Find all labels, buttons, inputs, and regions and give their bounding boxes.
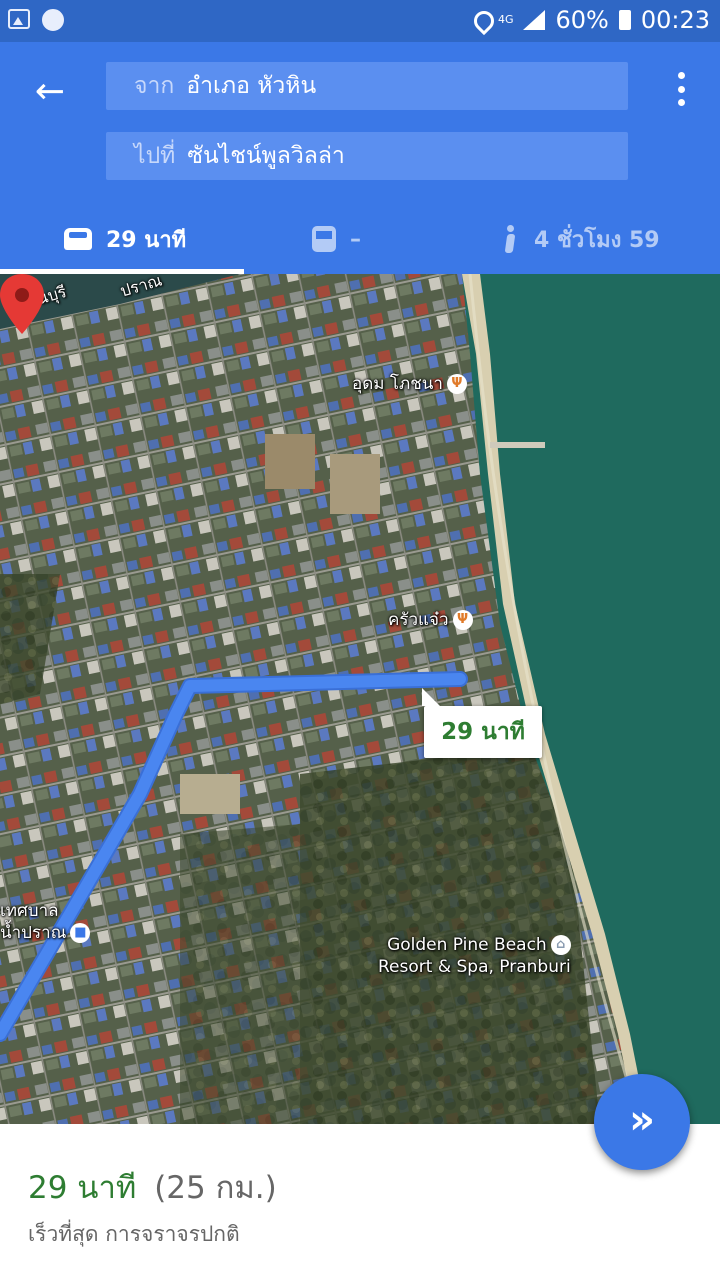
tab-drive[interactable]: 29 นาที <box>64 210 186 268</box>
double-chevron-right-icon: » <box>629 1097 655 1143</box>
poi-restaurant-kruajaew-label: ครัวแจ๋ว <box>388 610 449 630</box>
back-arrow-icon[interactable]: ← <box>30 72 70 112</box>
satellite-map[interactable]: ปราณบุรี ปราณ อุดม โภชนาΨ ครัวแจ๋วΨ เทศบ… <box>0 274 720 1124</box>
tab-transit[interactable]: – <box>312 210 361 268</box>
poi-municipal-office-line1: เทศบาล <box>0 901 59 921</box>
photo-notification-icon <box>8 9 30 29</box>
poi-hotel-line2: Resort & Spa, Pranburi <box>378 957 571 977</box>
poi-municipal-office-line2: น้ำปราณ ■ <box>0 922 91 944</box>
signal-icon <box>523 10 546 30</box>
line-app-icon <box>42 9 64 31</box>
origin-value: อำเภอ หัวหิน <box>186 73 317 99</box>
origin-field[interactable]: จาก อำเภอ หัวหิน <box>106 62 628 110</box>
route-time-callout[interactable]: 29 นาที <box>422 688 542 758</box>
destination-pin-icon[interactable] <box>0 274 44 334</box>
origin-prefix: จาก <box>134 73 175 99</box>
route-description: เร็วที่สุด การจราจรปกติ <box>28 1222 240 1246</box>
start-navigation-button[interactable]: » <box>594 1074 690 1170</box>
car-icon <box>64 228 92 250</box>
poi-hotel[interactable]: Golden Pine Beach ⌂ Resort & Spa, Pranbur… <box>378 934 571 978</box>
directions-header: ← จาก อำเภอ หัวหิน ไปที่ ซันไชน์พูลวิลล่… <box>0 42 720 274</box>
clock: 00:23 <box>640 6 710 34</box>
destination-prefix: ไปที่ <box>134 143 176 169</box>
poi-restaurant-udom[interactable]: อุดม โภชนา Ψ <box>352 370 467 397</box>
more-options-icon[interactable] <box>676 72 686 106</box>
poi-restaurant-kruajaew[interactable]: ครัวแจ๋ว Ψ <box>388 606 473 633</box>
battery-icon <box>618 10 631 30</box>
transit-time: – <box>350 226 361 252</box>
walk-time: 4 ชั่วโมง 59 <box>534 227 660 253</box>
poi-restaurant-udom-label: อุดม โภชนา <box>352 374 443 394</box>
drive-time: 29 นาที <box>106 227 187 253</box>
bus-icon <box>312 226 336 252</box>
hotel-icon: ⌂ <box>550 935 571 955</box>
walking-person-icon <box>500 225 520 253</box>
status-bar: 4G 60% 00:23 <box>0 0 720 42</box>
poi-hotel-line1: Golden Pine Beach ⌂ <box>378 934 571 956</box>
route-distance: (25 กม.) <box>154 1170 277 1206</box>
restaurant-icon: Ψ <box>452 610 473 630</box>
location-icon <box>474 11 488 29</box>
map-imagery <box>0 274 720 1124</box>
destination-value: ซันไชน์พูลวิลล่า <box>187 143 345 169</box>
route-duration: 29 นาที <box>28 1170 137 1206</box>
restaurant-icon: Ψ <box>446 374 467 394</box>
destination-field[interactable]: ไปที่ ซันไชน์พูลวิลล่า <box>106 132 628 180</box>
battery-percent: 60% <box>555 6 609 34</box>
route-summary: 29 นาที (25 กม.) <box>28 1162 277 1212</box>
building-icon: ■ <box>70 923 91 943</box>
travel-mode-tabs: 29 นาที – 4 ชั่วโมง 59 <box>0 210 720 274</box>
poi-municipal-office[interactable]: เทศบาล น้ำปราณ ■ <box>0 900 91 944</box>
network-type: 4G <box>497 13 514 26</box>
tab-walk[interactable]: 4 ชั่วโมง 59 <box>500 210 660 268</box>
